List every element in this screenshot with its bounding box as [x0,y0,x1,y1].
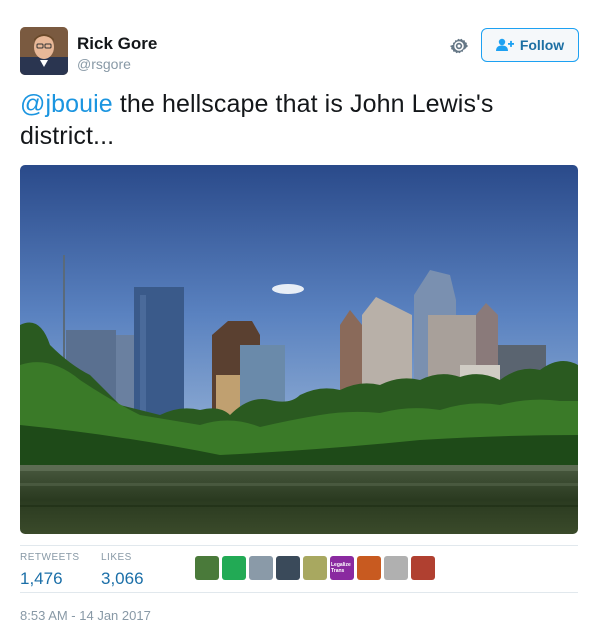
add-user-icon [495,38,514,51]
tweet-photo[interactable] [20,165,578,534]
tweet-text: @jbouie the hellscape that is John Lewis… [20,88,575,152]
liker-avatar-3[interactable] [249,556,273,580]
liker-avatar-5[interactable] [303,556,327,580]
liker-avatar-1[interactable] [195,556,219,580]
tweet-header: Rick Gore @rsgore Follow [20,27,580,79]
likes-label: LIKES [101,552,132,563]
liker-avatar-4[interactable] [276,556,300,580]
likes-count: 3,066 [101,569,144,588]
liker-avatar-2[interactable] [222,556,246,580]
stats-divider-bottom [20,592,578,593]
user-avatar[interactable] [20,27,68,75]
tweet-timestamp[interactable]: 8:53 AM - 14 Jan 2017 [20,608,151,623]
skyline-photo [20,165,578,534]
avatar-image [20,27,68,75]
liker-avatar-8[interactable] [384,556,408,580]
liker-avatar-6[interactable]: Legalize Trans [330,556,354,580]
liker-avatar-7[interactable] [357,556,381,580]
user-name[interactable]: Rick Gore [77,34,157,54]
gear-icon[interactable] [448,35,470,57]
mention-link[interactable]: @jbouie [20,90,113,118]
liker-avatar-6-text: Legalize Trans [331,562,351,574]
user-handle[interactable]: @rsgore [77,56,131,72]
retweets-label: RETWEETS [20,552,80,563]
likers-avatars: Legalize Trans [195,556,435,582]
retweets-stat[interactable]: RETWEETS 1,476 [20,552,80,589]
follow-button-label: Follow [519,37,565,53]
likes-stat[interactable]: LIKES 3,066 [101,552,144,589]
follow-button[interactable]: Follow [481,28,579,62]
stats-divider-top [20,545,578,546]
liker-avatar-9[interactable] [411,556,435,580]
retweets-count: 1,476 [20,569,63,588]
